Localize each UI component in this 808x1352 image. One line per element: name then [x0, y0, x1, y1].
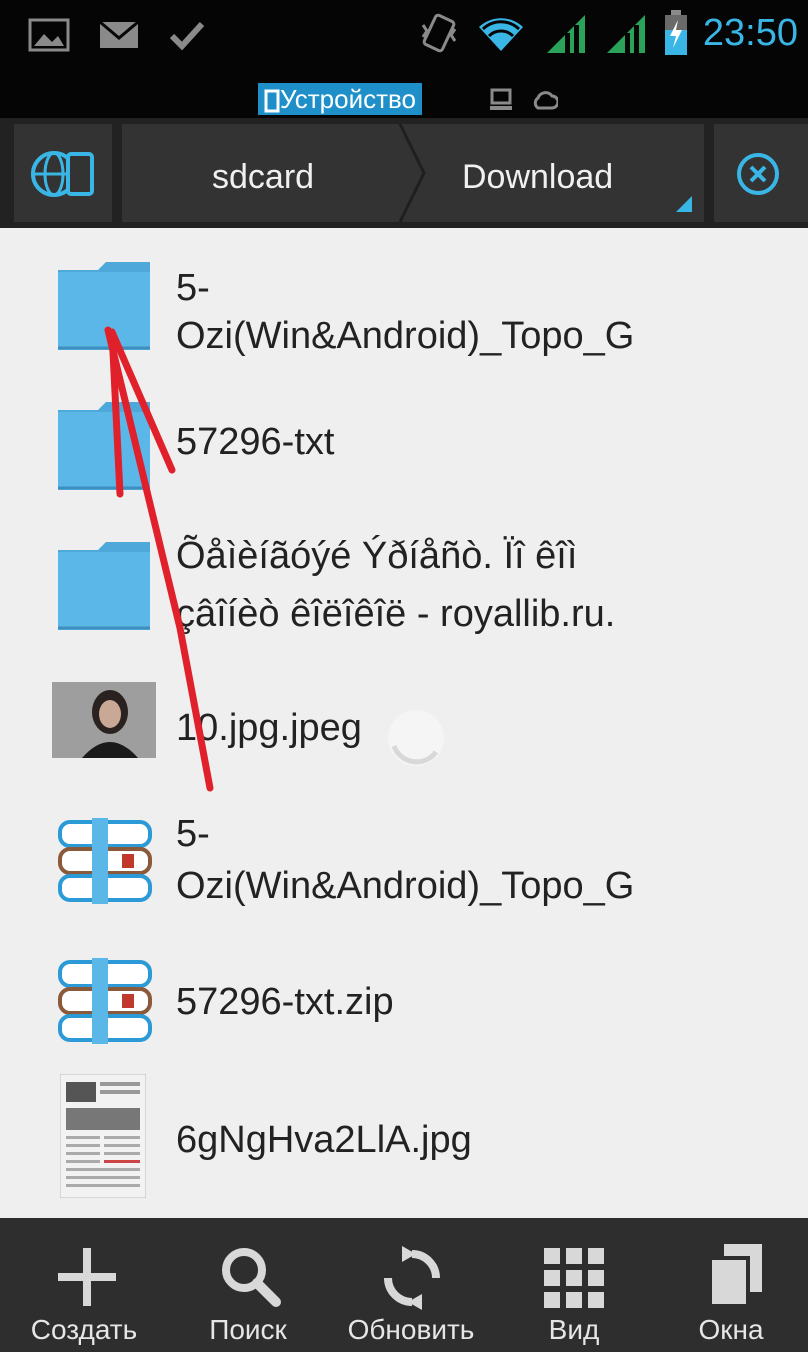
file-name: 57296-txt	[176, 421, 335, 463]
refresh-icon	[380, 1246, 444, 1310]
list-item[interactable]: 57296-txt.zip	[0, 936, 808, 1066]
breadcrumb-sdcard[interactable]: sdcard	[212, 158, 314, 197]
network-device-button[interactable]	[14, 124, 112, 222]
windows-button-label: Окна	[698, 1314, 764, 1345]
folder-icon	[54, 398, 154, 494]
file-name: çâîíèò êîëîêîë - royallib.ru.	[176, 593, 616, 635]
list-item[interactable]: 5- Ozi(Win&Android)_Topo_G	[0, 786, 808, 936]
archive-icon	[54, 818, 154, 904]
create-button-label: Создать	[30, 1314, 138, 1345]
list-item[interactable]: 5- Ozi(Win&Android)_Topo_G	[0, 228, 808, 368]
list-item[interactable]: 10.jpg.jpeg	[0, 662, 808, 786]
file-name: 5-	[176, 267, 210, 309]
file-name: 10.jpg.jpeg	[176, 707, 362, 749]
windows-icon	[708, 1242, 764, 1308]
location-selector-bar: Устройство	[0, 82, 808, 118]
signal-2-icon	[603, 11, 649, 55]
computer-icon[interactable]	[490, 88, 512, 112]
file-name: Ozi(Win&Android)_Topo_G	[176, 315, 635, 357]
battery-charging-icon	[663, 10, 689, 56]
archive-icon	[54, 958, 154, 1044]
plus-icon	[56, 1246, 118, 1308]
wifi-icon	[473, 11, 529, 55]
file-name: 5-	[176, 813, 210, 855]
device-icon	[264, 83, 280, 115]
dropdown-corner-icon[interactable]	[674, 194, 694, 214]
refresh-button-label: Обновить	[347, 1314, 475, 1345]
create-button[interactable]: Создать	[0, 1218, 168, 1352]
list-item[interactable]: 57296-txt	[0, 368, 808, 508]
windows-button[interactable]: Окна	[654, 1218, 808, 1352]
mail-icon	[98, 18, 140, 52]
status-bar: 23:50	[0, 0, 808, 82]
bottom-action-bar: Создать Поиск Обновить Вид Окна	[0, 1218, 808, 1352]
breadcrumb: sdcard Download	[122, 124, 704, 222]
search-icon	[218, 1244, 282, 1308]
file-list: 5- Ozi(Win&Android)_Topo_G 57296-txt Õåì…	[0, 228, 808, 1218]
check-icon	[168, 18, 206, 52]
device-tab-label: Устройство	[280, 84, 417, 114]
breadcrumb-download[interactable]: Download	[462, 158, 613, 197]
search-button[interactable]: Поиск	[168, 1218, 328, 1352]
clock: 23:50	[702, 11, 798, 54]
image-thumbnail-icon	[52, 682, 156, 758]
breadcrumb-toolbar: sdcard Download	[0, 118, 808, 228]
image-icon	[28, 18, 70, 52]
close-tab-button[interactable]	[714, 124, 808, 222]
globe-device-icon	[30, 148, 98, 200]
grid-view-icon	[544, 1248, 604, 1308]
file-name: Ozi(Win&Android)_Topo_G	[176, 865, 635, 907]
list-item[interactable]: Õåìèíãóýé Ýðíåñò. Ïî êîì çâîíèò êîëîêîë …	[0, 508, 808, 662]
vibrate-icon	[419, 11, 459, 55]
signal-1-icon	[543, 11, 589, 55]
view-button[interactable]: Вид	[494, 1218, 654, 1352]
breadcrumb-separator-icon	[398, 124, 428, 222]
image-thumbnail-icon	[60, 1074, 146, 1198]
refresh-button[interactable]: Обновить	[328, 1218, 494, 1352]
folder-icon	[54, 538, 154, 634]
folder-icon	[54, 258, 154, 354]
view-button-label: Вид	[548, 1314, 600, 1345]
file-name: Õåìèíãóýé Ýðíåñò. Ïî êîì	[176, 535, 578, 577]
file-name: 6gNgHva2LlA.jpg	[176, 1119, 472, 1161]
list-item[interactable]: 6gNgHva2LlA.jpg	[0, 1066, 808, 1218]
loading-spinner-icon	[384, 706, 448, 770]
cloud-icon[interactable]	[532, 88, 558, 112]
search-button-label: Поиск	[209, 1314, 287, 1345]
device-tab[interactable]: Устройство	[258, 83, 423, 115]
file-name: 57296-txt.zip	[176, 981, 394, 1023]
close-circle-icon	[736, 152, 780, 196]
